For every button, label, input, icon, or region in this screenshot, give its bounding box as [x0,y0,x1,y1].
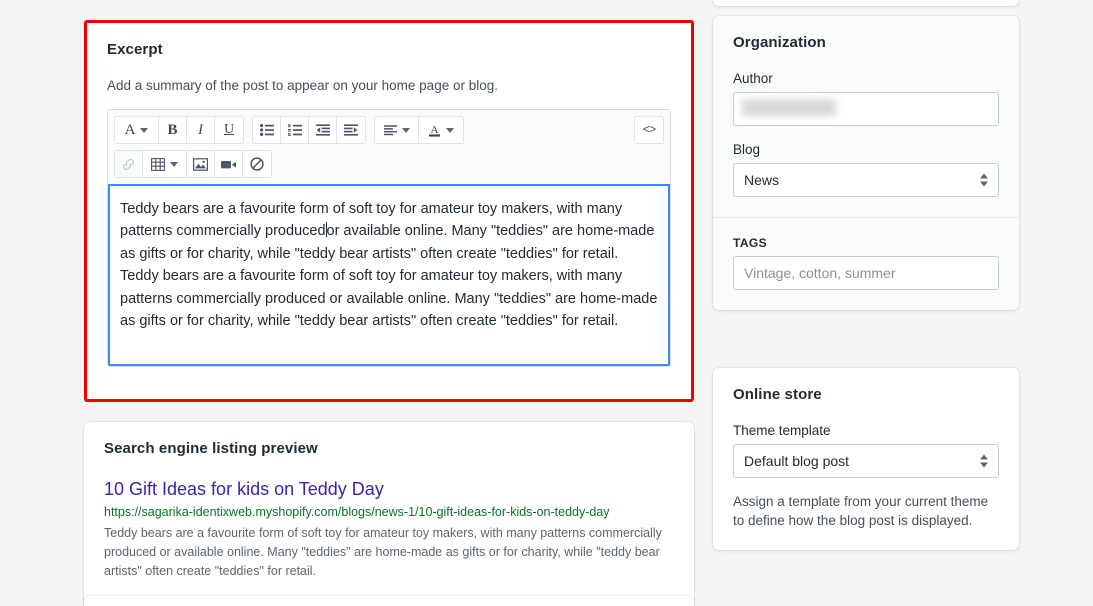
font-family-icon[interactable]: A [115,117,159,143]
svg-text:A: A [431,124,439,136]
sidebar-right: Organization Author Blog News TAGS Vinta… [713,16,1019,310]
blog-select-wrapper: News [733,163,999,197]
chevron-down-icon [170,161,178,167]
organization-section: Organization Author Blog News [713,16,1019,217]
organization-card: Organization Author Blog News TAGS Vinta… [713,16,1019,310]
excerpt-body-text: Teddy bears are a favourite form of soft… [120,198,658,332]
bulleted-list-icon[interactable] [253,117,281,143]
partial-card-above-organization [713,0,1019,6]
italic-icon[interactable]: I [187,117,215,143]
excerpt-helper-text: Add a summary of the post to appear on y… [107,78,498,93]
insert-image-icon[interactable] [187,151,215,177]
seo-preview-title: Search engine listing preview [104,440,318,457]
editor-toolbar-row-2 [114,150,664,178]
seo-result-title-link[interactable]: 10 Gift Ideas for kids on Teddy Day [104,477,674,501]
online-store-title: Online store [733,386,822,403]
show-html-code-icon[interactable]: <> [635,117,663,143]
blog-select[interactable]: News [733,163,999,197]
html-code-group: <> [634,116,664,144]
blog-post-editor-page: Excerpt Add a summary of the post to app… [0,0,1093,606]
author-field-wrapper [733,92,999,126]
list-group [252,116,366,144]
partial-card-below-seo-preview [84,596,694,606]
numbered-list-icon[interactable] [281,117,309,143]
insert-link-icon[interactable] [115,151,143,177]
blog-select-value: News [744,172,780,188]
tags-section: TAGS [713,218,1019,310]
font-a-glyph: A [124,121,136,138]
format-group: A B I U [114,116,244,144]
theme-template-note: Assign a template from your current them… [733,494,989,528]
bold-icon[interactable]: B [159,117,187,143]
rich-text-editor: A B I U A <> Teddy bears are a favourite… [107,109,671,367]
tags-input[interactable] [733,256,999,290]
theme-template-select[interactable]: Default blog post [733,444,999,478]
theme-template-value: Default blog post [744,453,850,469]
author-label: Author [733,71,773,86]
blog-label: Blog [733,142,761,157]
indent-icon[interactable] [337,117,365,143]
seo-result-url: https://sagarika-identixweb.myshopify.co… [104,505,610,519]
online-store-card: Online store Theme template Default blog… [713,368,1019,550]
author-input[interactable] [733,92,999,126]
editor-toolbar-row-1: A B I U A <> [114,116,664,144]
underline-icon[interactable]: U [215,117,243,143]
insert-table-icon[interactable] [143,151,187,177]
outdent-icon[interactable] [309,117,337,143]
editor-toolbar: A B I U A <> [108,110,670,184]
chevron-down-icon [401,127,410,133]
excerpt-title: Excerpt [107,41,163,58]
chevron-down-icon [140,127,149,133]
theme-template-select-wrapper: Default blog post [733,444,999,478]
excerpt-textarea[interactable]: Teddy bears are a favourite form of soft… [108,184,670,366]
organization-title: Organization [733,34,826,51]
chevron-down-icon [446,127,454,133]
insert-video-icon[interactable] [215,151,243,177]
seo-result-description: Teddy bears are a favourite form of soft… [104,526,662,578]
clear-formatting-icon[interactable] [243,151,271,177]
text-align-icon[interactable] [375,117,419,143]
search-engine-listing-preview-card: Search engine listing preview 10 Gift Id… [84,422,694,606]
theme-template-label: Theme template [733,423,831,438]
alignment-color-group: A [374,116,464,144]
tags-label: TAGS [733,236,768,250]
text-color-icon[interactable]: A [419,117,463,143]
insert-group [114,150,272,178]
excerpt-card: Excerpt Add a summary of the post to app… [84,20,694,402]
